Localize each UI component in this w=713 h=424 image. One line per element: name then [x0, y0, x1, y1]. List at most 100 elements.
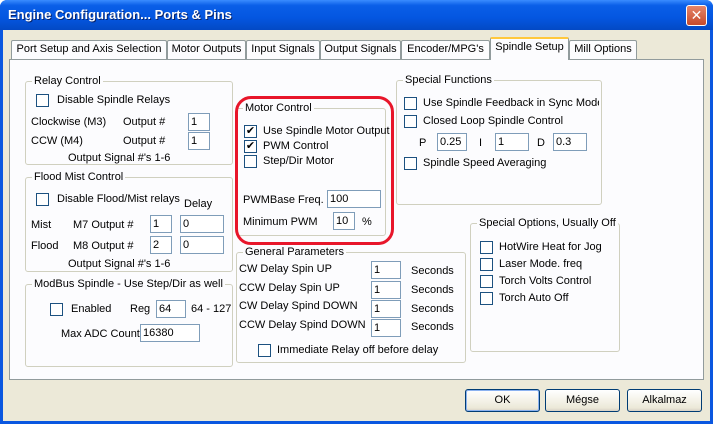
relay-control-title: Relay Control	[32, 75, 103, 88]
p-gain-label: P	[419, 137, 427, 149]
ccw-output-label: Output #	[123, 135, 166, 147]
ccw-label: CCW (M4)	[31, 135, 83, 147]
flood-mist-group: Flood Mist Control Disable Flood/Mist re…	[25, 171, 233, 272]
modbus-spindle-group: ModBus Spindle - Use Step/Dir as well En…	[25, 278, 233, 367]
step-dir-motor-label: Step/Dir Motor	[263, 155, 334, 167]
special-options-title: Special Options, Usually Off	[477, 217, 618, 230]
mist-label: Mist	[31, 219, 52, 231]
special-functions-title: Special Functions	[403, 74, 494, 87]
ccw-delay-spin-up-label: CCW Delay Spin UP	[239, 282, 340, 294]
ok-button[interactable]: OK	[465, 389, 540, 412]
modbus-reg-input[interactable]: 64	[156, 300, 186, 318]
cw-delay-spin-down-input[interactable]: 1	[371, 300, 401, 318]
d-gain-input[interactable]: 0.3	[553, 133, 587, 151]
torch-volts-label: Torch Volts Control	[499, 275, 592, 287]
special-options-group: Special Options, Usually Off HotWire Hea…	[470, 217, 620, 352]
tab-encoder-mpg[interactable]: Encoder/MPG's	[401, 40, 490, 59]
laser-mode-label: Laser Mode. freq	[499, 258, 583, 270]
torch-auto-off-label: Torch Auto Off	[499, 292, 569, 304]
cw-delay-spin-up-input[interactable]: 1	[371, 261, 401, 279]
p-gain-input[interactable]: 0.25	[437, 133, 467, 151]
disable-flood-mist-checkbox[interactable]	[36, 193, 49, 206]
title-bar[interactable]: Engine Configuration... Ports & Pins ✕	[0, 0, 713, 30]
max-adc-input[interactable]: 16380	[140, 324, 200, 342]
close-button[interactable]: ✕	[686, 5, 707, 26]
disable-spindle-relays-checkbox[interactable]	[36, 94, 49, 107]
max-adc-label: Max ADC Count	[61, 328, 140, 340]
spindle-setup-panel: Relay Control Disable Spindle Relays Clo…	[9, 59, 704, 380]
modbus-spindle-title: ModBus Spindle - Use Step/Dir as well	[32, 278, 225, 291]
cw-output-input[interactable]: 1	[188, 113, 210, 131]
cw-delay-spin-up-label: CW Delay Spin UP	[239, 263, 332, 275]
apply-button[interactable]: Alkalmaz	[627, 389, 702, 412]
hotwire-heat-checkbox[interactable]	[480, 241, 493, 254]
motor-control-title: Motor Control	[243, 102, 314, 115]
step-dir-motor-checkbox[interactable]	[244, 155, 257, 168]
flood-output-label: M8 Output #	[73, 240, 134, 252]
speed-averaging-label: Spindle Speed Averaging	[423, 157, 547, 169]
window-title: Engine Configuration... Ports & Pins	[8, 7, 232, 22]
cw-delay-spin-down-label: CW Delay Spind DOWN	[239, 300, 358, 312]
tab-output-signals[interactable]: Output Signals	[320, 40, 401, 59]
pwm-control-label: PWM Control	[263, 140, 329, 152]
cw-output-label: Output #	[123, 116, 166, 128]
delay-header-label: Delay	[184, 198, 213, 210]
hotwire-heat-label: HotWire Heat for Jog	[499, 241, 602, 253]
d-gain-label: D	[537, 137, 545, 149]
modbus-enabled-checkbox[interactable]	[50, 303, 63, 316]
flood-label: Flood	[31, 240, 59, 252]
disable-spindle-relays-label: Disable Spindle Relays	[57, 94, 171, 106]
use-spindle-motor-label: Use Spindle Motor Output	[263, 125, 390, 137]
cw-delay-spin-down-unit: Seconds	[411, 303, 454, 315]
cancel-button[interactable]: Mégse	[545, 389, 620, 412]
general-parameters-title: General Parameters	[243, 246, 347, 259]
spindle-feedback-checkbox[interactable]	[404, 97, 417, 110]
dialog-window: Engine Configuration... Ports & Pins ✕ P…	[0, 0, 713, 424]
clockwise-label: Clockwise (M3)	[31, 116, 107, 128]
minimum-pwm-label: Minimum PWM	[243, 216, 318, 228]
spindle-feedback-label: Use Spindle Feedback in Sync Modes	[423, 97, 599, 109]
immediate-relay-off-checkbox[interactable]	[258, 344, 271, 357]
tab-spindle-setup[interactable]: Spindle Setup	[490, 37, 569, 60]
ccw-delay-spin-up-input[interactable]: 1	[371, 281, 401, 299]
pwm-base-freq-label: PWMBase Freq.	[243, 194, 324, 206]
closed-loop-label: Closed Loop Spindle Control	[423, 115, 564, 127]
modbus-enabled-label: Enabled	[71, 303, 112, 315]
flood-delay-input[interactable]: 0	[180, 236, 224, 254]
dialog-client-area: Port Setup and Axis Selection Motor Outp…	[3, 30, 710, 421]
torch-volts-checkbox[interactable]	[480, 275, 493, 288]
relay-control-group: Relay Control Disable Spindle Relays Clo…	[25, 75, 233, 165]
immediate-relay-off-label: Immediate Relay off before delay	[277, 344, 439, 356]
ccw-delay-spin-down-label: CCW Delay Spind DOWN	[239, 319, 366, 331]
flood-mist-title: Flood Mist Control	[32, 171, 126, 184]
speed-averaging-checkbox[interactable]	[404, 157, 417, 170]
ccw-delay-spin-up-unit: Seconds	[411, 284, 454, 296]
mist-delay-input[interactable]: 0	[180, 215, 224, 233]
modbus-reg-label: Reg	[130, 303, 151, 315]
tab-motor-outputs[interactable]: Motor Outputs	[167, 40, 246, 59]
motor-control-group: Motor Control ✔ Use Spindle Motor Output…	[236, 102, 390, 236]
cw-delay-spin-up-unit: Seconds	[411, 265, 454, 277]
ccw-delay-spin-down-input[interactable]: 1	[371, 319, 401, 337]
flood-output-range-label: Output Signal #'s 1-6	[68, 258, 171, 270]
closed-loop-checkbox[interactable]	[404, 115, 417, 128]
use-spindle-motor-checkbox[interactable]: ✔	[244, 125, 257, 138]
tab-mill-options[interactable]: Mill Options	[569, 40, 637, 59]
special-functions-group: Special Functions Use Spindle Feedback i…	[396, 74, 602, 205]
laser-mode-checkbox[interactable]	[480, 258, 493, 271]
tab-port-setup[interactable]: Port Setup and Axis Selection	[11, 40, 167, 59]
minimum-pwm-input[interactable]: 10	[333, 212, 355, 230]
ccw-output-input[interactable]: 1	[188, 132, 210, 150]
pwm-base-freq-input[interactable]: 100	[327, 190, 381, 208]
mist-output-label: M7 Output #	[73, 219, 134, 231]
mist-output-input[interactable]: 1	[150, 215, 172, 233]
tab-input-signals[interactable]: Input Signals	[246, 40, 320, 59]
flood-output-input[interactable]: 2	[150, 236, 172, 254]
pwm-control-checkbox[interactable]: ✔	[244, 140, 257, 153]
i-gain-input[interactable]: 1	[495, 133, 529, 151]
modbus-reg-range-label: 64 - 127	[191, 303, 232, 315]
disable-flood-mist-label: Disable Flood/Mist relays	[57, 193, 180, 205]
i-gain-label: I	[479, 137, 483, 149]
relay-output-range-label: Output Signal #'s 1-6	[68, 152, 171, 164]
torch-auto-off-checkbox[interactable]	[480, 292, 493, 305]
